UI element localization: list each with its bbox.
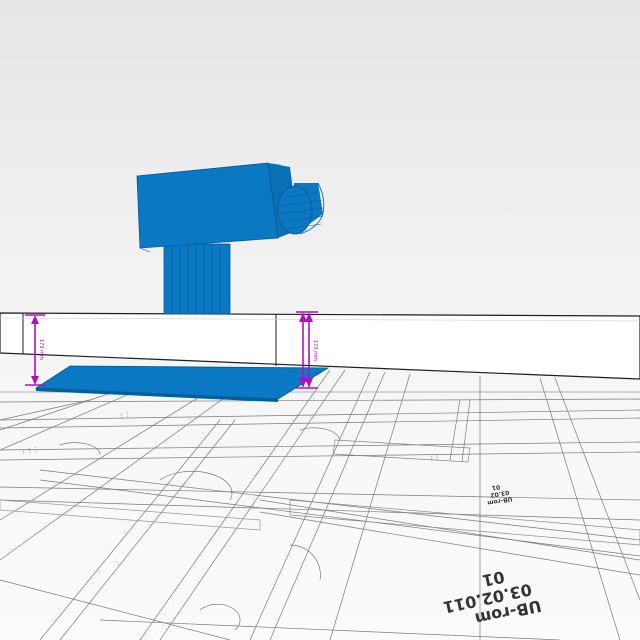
floor-room-label-small: UB-rom 03.02 01 bbox=[487, 483, 513, 506]
small-label-line-3: 01 bbox=[491, 483, 500, 491]
floor-room-label: UB-rom 03.02.011 01 bbox=[441, 567, 543, 629]
svg-text:⋮⋮⋮: ⋮⋮⋮ bbox=[20, 445, 39, 455]
dimension-left-label: 173 mm bbox=[38, 339, 44, 360]
base-plate[interactable] bbox=[34, 365, 330, 402]
dimension-right-label: 173 mm bbox=[312, 340, 318, 361]
svg-text:⋮⋮: ⋮⋮ bbox=[118, 410, 131, 419]
floor-plan bbox=[0, 369, 640, 640]
cylinder-knob[interactable] bbox=[277, 182, 325, 235]
box-head[interactable] bbox=[136, 162, 298, 253]
3d-viewport[interactable]: UB-rom 03.02.011 01 UB-rom 03.02 01 ⋮⋮⋮ … bbox=[0, 0, 640, 640]
floor-label-marks: ⋮⋮⋮ ⋮⋮ ⋮⋮ bbox=[20, 410, 441, 462]
scene-canvas[interactable]: UB-rom 03.02.011 01 UB-rom 03.02 01 ⋮⋮⋮ … bbox=[0, 0, 640, 640]
column[interactable] bbox=[163, 243, 231, 315]
room-label-line-3: 01 bbox=[481, 567, 507, 590]
